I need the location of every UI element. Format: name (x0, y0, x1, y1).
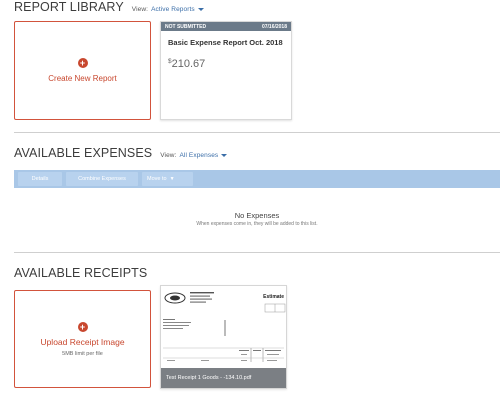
section-divider (14, 132, 500, 133)
report-date: 07/16/2018 (261, 23, 287, 30)
available-receipts-header: AVAILABLE RECEIPTS (14, 266, 147, 280)
empty-state-subtitle: When expenses come in, they will be adde… (196, 221, 318, 227)
expenses-view-label: View: (160, 152, 177, 159)
upload-receipt-button[interactable]: + Upload Receipt Image 5MB limit per fil… (14, 290, 151, 388)
expenses-view-value[interactable]: All Expenses (180, 152, 219, 159)
receipt-card[interactable]: Estimate Test Receipt 1 Goods - -134.10.… (160, 285, 287, 389)
report-view-filter[interactable]: View: Active Reports (132, 6, 204, 13)
report-status-bar: NOT SUBMITTED 07/16/2018 (161, 22, 291, 31)
receipt-caption: Test Receipt 1 Goods - -134.10.pdf (161, 368, 286, 388)
report-library-header: REPORT LIBRARY View: Active Reports (14, 0, 204, 14)
chevron-down-icon: ▼ (169, 176, 175, 182)
report-view-label: View: (131, 6, 149, 13)
combine-expenses-button[interactable]: Combine Expenses (66, 172, 138, 186)
chevron-down-icon (221, 154, 228, 157)
report-amount: $210.67 (168, 58, 284, 70)
expenses-view-filter[interactable]: View: All Expenses (160, 152, 228, 159)
available-expenses-header: AVAILABLE EXPENSES View: All Expenses (14, 146, 228, 160)
empty-state-title: No Expenses (234, 211, 280, 220)
details-button[interactable]: Details (18, 172, 62, 186)
upload-size-hint: 5MB limit per file (62, 350, 103, 357)
report-view-value[interactable]: Active Reports (151, 6, 195, 13)
expenses-toolbar: Details Combine Expenses Move to ▼ (14, 170, 500, 188)
available-expenses-title: AVAILABLE EXPENSES (14, 146, 153, 160)
plus-circle-icon: + (77, 58, 88, 68)
plus-circle-icon: + (77, 321, 88, 332)
report-name: Basic Expense Report Oct. 2018 (168, 38, 283, 47)
move-to-label: Move to (147, 176, 167, 182)
report-library-title: REPORT LIBRARY (14, 0, 124, 14)
receipt-document-preview: Estimate (161, 286, 286, 368)
receipt-thumbnail: Estimate (161, 286, 286, 368)
report-card[interactable]: NOT SUBMITTED 07/16/2018 Basic Expense R… (160, 21, 292, 120)
available-receipts-title: AVAILABLE RECEIPTS (14, 266, 148, 280)
create-new-report-label: Create New Report (48, 74, 117, 83)
section-divider (14, 252, 500, 253)
report-amount-value: 210.67 (171, 57, 206, 70)
move-to-button[interactable]: Move to ▼ (142, 172, 193, 186)
chevron-down-icon (197, 8, 204, 11)
status-badge: NOT SUBMITTED (165, 23, 207, 30)
upload-receipt-label: Upload Receipt Image (40, 336, 125, 347)
create-new-report-button[interactable]: + Create New Report (14, 21, 151, 120)
receipt-doc-heading: Estimate (263, 294, 284, 300)
